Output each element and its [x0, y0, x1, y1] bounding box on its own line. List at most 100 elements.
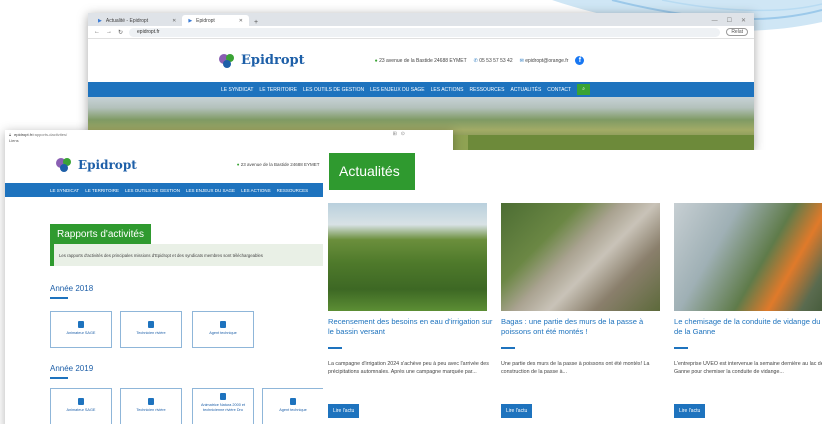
play-icon: ▶	[98, 17, 102, 24]
nav-item-territoire[interactable]: LE TERRITOIRE	[85, 188, 119, 193]
url-field[interactable]: epidropt.fr	[129, 27, 721, 37]
mail-icon: ✉	[519, 57, 524, 64]
article-image-construction[interactable]	[501, 203, 660, 311]
report-card[interactable]: Agent technique	[262, 388, 324, 424]
play-icon: ▶	[188, 17, 193, 24]
bookmarks-label[interactable]: Liens	[5, 138, 453, 146]
nav-item-contact[interactable]: CONTACT	[547, 87, 571, 93]
article-excerpt: Une partie des murs de la passe à poisso…	[501, 361, 650, 375]
url-path: /rapports-dactivites/	[32, 131, 68, 137]
year-underline	[50, 297, 68, 299]
url-field[interactable]: epidropt.fr/rapports-dactivites/	[14, 132, 67, 137]
nav-item-ressources[interactable]: RESSOURCES	[277, 188, 309, 193]
phone[interactable]: 05 53 57 53 42	[479, 58, 512, 64]
document-icon	[220, 393, 226, 400]
lock-icon: 🔒︎	[9, 131, 12, 137]
screenshot-collage: ▶ Actualité - Epidropt ✕ ▶ Epidropt ✕ + …	[0, 0, 822, 424]
nav-item-outils[interactable]: LES OUTILS DE GESTION	[303, 87, 364, 93]
section-title: Actualités	[329, 153, 415, 190]
back-icon[interactable]: ←	[94, 29, 100, 35]
report-card-label: Animateur SAGE	[66, 408, 96, 412]
read-article-button[interactable]: Lire l'actu	[328, 404, 360, 418]
nav-item-syndicat[interactable]: LE SYNDICAT	[221, 87, 253, 93]
read-article-button[interactable]: Lire l'actu	[674, 404, 706, 418]
logo-mark-icon	[55, 157, 75, 173]
year-heading-2018: Année 2018	[50, 284, 94, 293]
year-heading-2019: Année 2019	[50, 364, 94, 373]
article-excerpt: L'entreprise UVEO est intervenue la sema…	[674, 361, 822, 375]
report-card[interactable]: Technicien rivière	[120, 388, 182, 424]
document-icon	[78, 398, 84, 405]
tab-epidropt[interactable]: ▶ Epidropt ✕	[182, 15, 249, 26]
report-card-label: Agent technique	[209, 331, 237, 335]
main-nav: LE SYNDICAT LE TERRITOIRE LES OUTILS DE …	[88, 82, 754, 97]
nav-item-ressources[interactable]: RESSOURCES	[469, 87, 504, 93]
nav-item-syndicat[interactable]: LE SYNDICAT	[50, 188, 79, 193]
report-card[interactable]: Animateur SAGE	[50, 311, 112, 348]
search-icon[interactable]: ⌕	[577, 84, 591, 95]
minimize-icon[interactable]: —	[712, 18, 718, 24]
document-icon	[148, 321, 154, 328]
nav-item-territoire[interactable]: LE TERRITOIRE	[259, 87, 297, 93]
site-logo[interactable]: Epidropt	[55, 157, 137, 173]
tab-label: Actualité - Epidropt	[105, 17, 149, 24]
document-icon	[290, 398, 296, 405]
report-card-label: Technicien rivière	[136, 331, 166, 335]
reload-icon[interactable]: ↻	[118, 29, 123, 36]
report-card[interactable]: Animatrice Natura 2000 et technicienne r…	[192, 388, 254, 424]
address-bar: 🔒︎ epidropt.fr/rapports-dactivites/ ⊞⊙	[5, 130, 453, 138]
page-title: Rapports d'activités	[50, 224, 151, 245]
nav-item-outils[interactable]: LES OUTILS DE GESTION	[125, 188, 180, 193]
tab-actualite[interactable]: ▶ Actualité - Epidropt ✕	[92, 15, 182, 26]
nav-item-actions[interactable]: LES ACTIONS	[431, 87, 464, 93]
report-card-label: Technicien rivière	[136, 408, 166, 412]
title-underline	[328, 347, 342, 349]
maximize-icon[interactable]: ☐	[727, 17, 732, 24]
site-logo[interactable]: Epidropt	[218, 53, 305, 69]
document-icon	[220, 321, 226, 328]
email[interactable]: epidropt@orange.fr	[525, 58, 568, 64]
address-bar: ← → ↻ epidropt.fr Relat	[88, 26, 754, 39]
address: 23 avenue de la Bastide 24688 EYMET	[379, 57, 467, 64]
article-title[interactable]: Bagas : une partie des murs de la passe …	[501, 317, 666, 337]
logo-text: Epidropt	[241, 53, 305, 68]
article-excerpt: La campagne d'irrigation 2024 s'achève p…	[328, 361, 489, 375]
nav-item-enjeux[interactable]: LES ENJEUX DU SAGE	[186, 188, 235, 193]
close-window-icon[interactable]: ✕	[741, 17, 746, 24]
document-icon	[148, 398, 154, 405]
phone-icon: ✆	[473, 57, 478, 64]
logo-text: Epidropt	[78, 157, 137, 172]
year-underline	[50, 377, 68, 379]
article-title[interactable]: Recensement des besoins en eau d'irrigat…	[328, 317, 493, 337]
new-tab-icon[interactable]: +	[249, 19, 263, 26]
logo-mark-icon	[218, 53, 238, 69]
report-card[interactable]: Technicien rivière	[120, 311, 182, 348]
title-underline	[501, 347, 515, 349]
nav-item-actualites[interactable]: ACTUALITÉS	[510, 87, 541, 93]
report-card[interactable]: Animateur SAGE	[50, 388, 112, 424]
window-controls: — ☐ ✕	[712, 15, 754, 26]
close-tab-icon[interactable]: ✕	[239, 18, 243, 24]
contact-info: ● 23 avenue de la Bastide 24688 EYMET ✆ …	[375, 56, 585, 65]
url-domain: epidropt.fr	[14, 131, 33, 137]
browser-actions[interactable]: ⊞⊙	[393, 131, 449, 137]
title-underline	[674, 347, 688, 349]
report-card[interactable]: Agent technique	[192, 311, 254, 348]
article-title[interactable]: Le chemisage de la conduite de vidange d…	[674, 317, 822, 337]
article-image-field[interactable]	[328, 203, 487, 311]
close-tab-icon[interactable]: ✕	[172, 18, 176, 24]
facebook-icon[interactable]: f	[575, 56, 585, 65]
tab-bar: ▶ Actualité - Epidropt ✕ ▶ Epidropt ✕ + …	[88, 13, 754, 26]
read-article-button[interactable]: Lire l'actu	[501, 404, 533, 418]
nav-item-actions[interactable]: LES ACTIONS	[241, 188, 271, 193]
location-pin-icon: ●	[374, 57, 378, 64]
report-card-label: Animatrice Natura 2000 et technicienne r…	[200, 403, 246, 412]
site-header: Epidropt ● 23 avenue de la Bastide 24688…	[88, 39, 754, 82]
article-image-lake[interactable]	[674, 203, 822, 311]
report-card-label: Agent technique	[279, 408, 307, 412]
relaunch-button[interactable]: Relat	[726, 28, 748, 36]
forward-icon[interactable]: →	[106, 29, 112, 35]
tab-label: Epidropt	[196, 17, 215, 24]
address: 23 avenue de la Bastide 24688 EYMET	[240, 161, 320, 167]
nav-item-enjeux[interactable]: LES ENJEUX DU SAGE	[370, 87, 424, 93]
